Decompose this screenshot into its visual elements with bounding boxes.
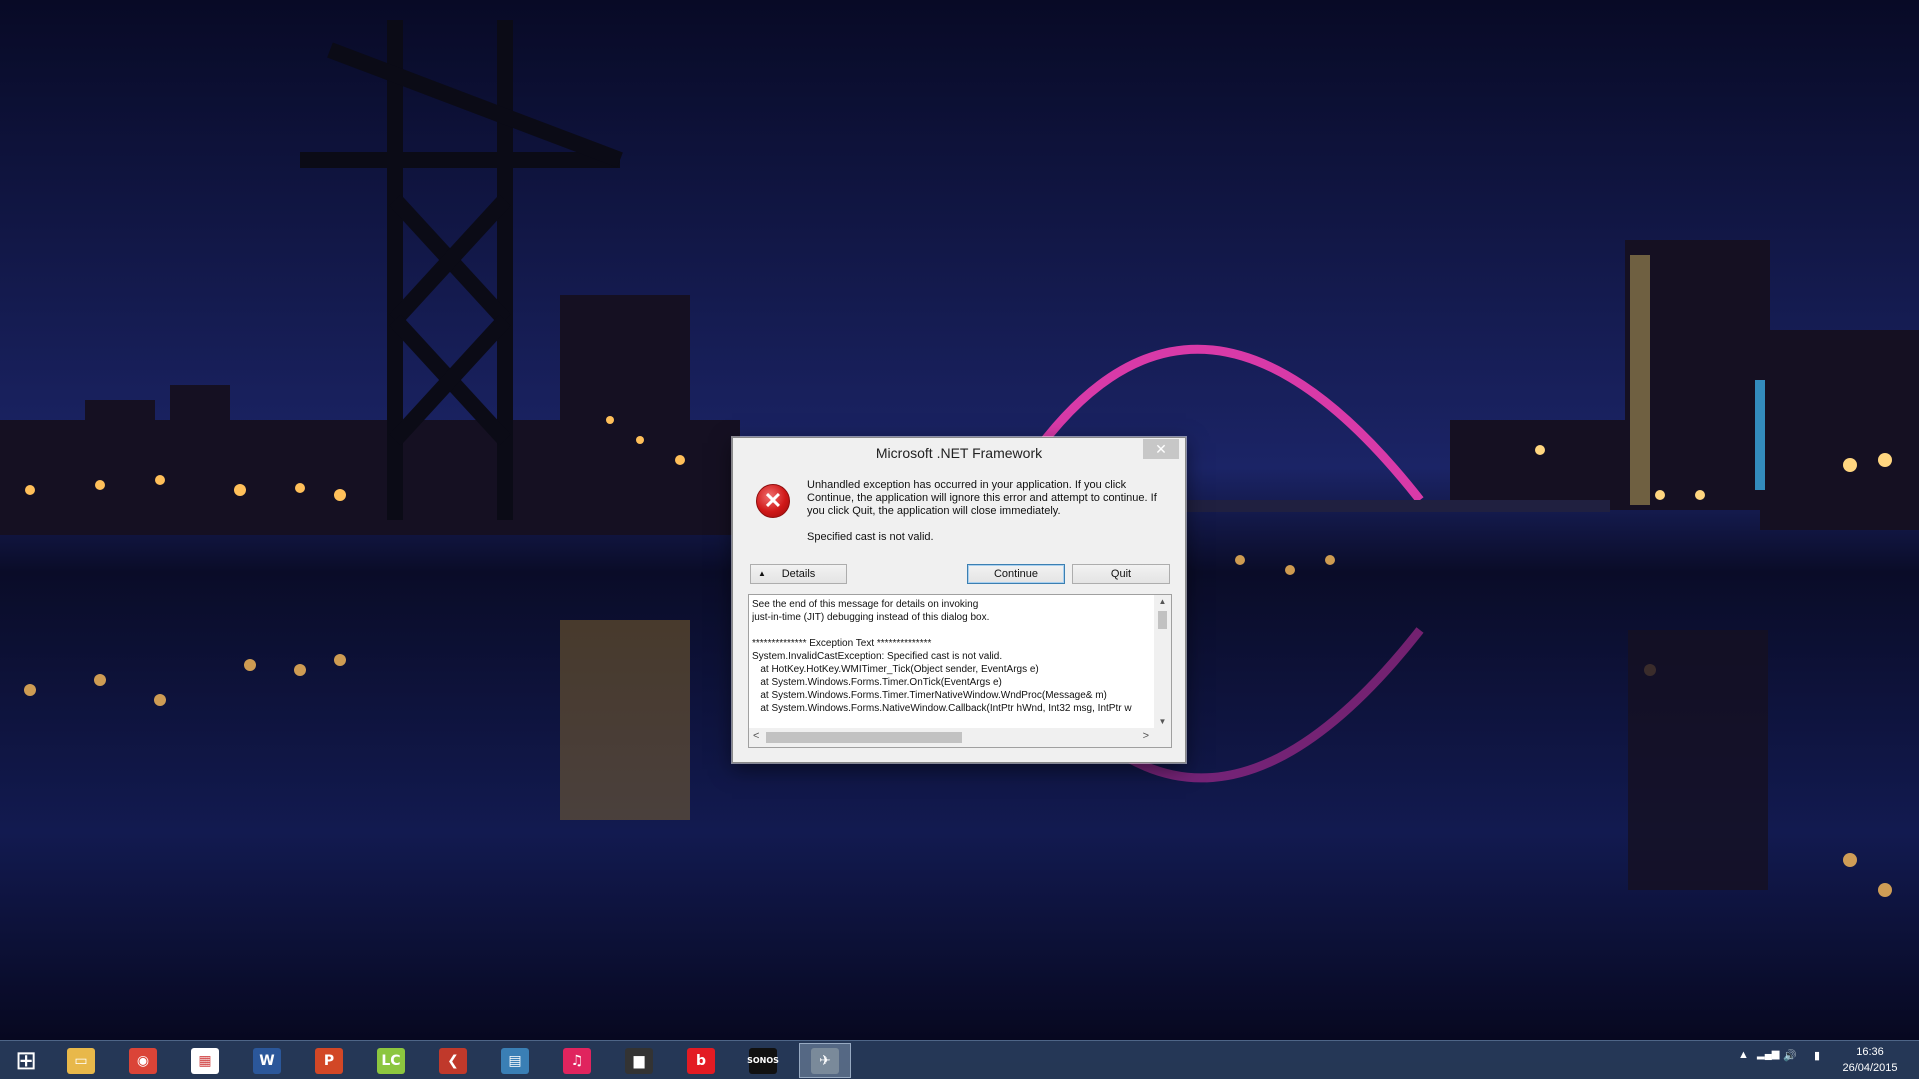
taskbar-lc-app-button[interactable]: LC: [365, 1043, 417, 1078]
clock-date: 26/04/2015: [1842, 1062, 1898, 1074]
taskbar-red-arrow-app-button[interactable]: ❮: [427, 1043, 479, 1078]
taskbar-chrome-button[interactable]: ◉: [117, 1043, 169, 1078]
lc-app-icon: LC: [377, 1047, 405, 1074]
exception-dialog: Microsoft .NET Framework ✕ ✕ Unhandled e…: [732, 437, 1186, 763]
dialog-titlebar[interactable]: Microsoft .NET Framework ✕: [733, 438, 1185, 468]
clock-time: 16:36: [1856, 1046, 1884, 1058]
scroll-left-icon[interactable]: <: [753, 730, 759, 742]
details-button[interactable]: ▲ Details: [750, 564, 847, 584]
details-textbox[interactable]: See the end of this message for details …: [748, 594, 1172, 748]
hotkey-app-icon: ✈: [811, 1047, 839, 1074]
network-signal-icon[interactable]: ▂▄▆: [1757, 1049, 1779, 1060]
details-button-label: Details: [781, 568, 816, 580]
dialog-title: Microsoft .NET Framework: [875, 445, 1043, 461]
continue-button[interactable]: Continue: [967, 564, 1065, 584]
vertical-scrollbar[interactable]: ▲ ▼: [1154, 595, 1171, 728]
windows-start-icon: ⊞: [15, 1045, 37, 1076]
error-message: Unhandled exception has occurred in your…: [807, 479, 1157, 517]
word-icon: W: [253, 1047, 281, 1074]
scroll-down-icon[interactable]: ▼: [1154, 717, 1171, 726]
vertical-scroll-thumb[interactable]: [1158, 611, 1167, 629]
taskbar-store-apps-button[interactable]: ▦: [179, 1043, 231, 1078]
itunes-icon: ♫: [563, 1047, 591, 1074]
equalizer-app-icon: ▆: [625, 1047, 653, 1074]
powerpoint-icon: P: [315, 1047, 343, 1074]
red-arrow-app-icon: ❮: [439, 1047, 467, 1074]
error-detail-message: Specified cast is not valid.: [807, 531, 934, 543]
taskbar-itunes-button[interactable]: ♫: [551, 1043, 603, 1078]
exception-details-text: See the end of this message for details …: [752, 599, 1132, 714]
taskbar-beats-button[interactable]: b: [675, 1043, 727, 1078]
taskbar-windows-start-button[interactable]: ⊞: [0, 1043, 52, 1078]
horizontal-scroll-thumb[interactable]: [766, 732, 962, 743]
taskbar-hotkey-app-button[interactable]: ✈: [799, 1043, 851, 1078]
sonos-icon: SONOS: [747, 1047, 779, 1074]
scroll-right-icon[interactable]: >: [1143, 730, 1149, 742]
system-clock[interactable]: 16:36 26/04/2015: [1825, 1044, 1915, 1076]
chrome-icon: ◉: [129, 1047, 157, 1074]
battery-icon[interactable]: ▮: [1814, 1049, 1820, 1062]
video-app-icon: ▤: [501, 1047, 529, 1074]
horizontal-scrollbar[interactable]: < >: [749, 728, 1171, 747]
taskbar-powerpoint-button[interactable]: P: [303, 1043, 355, 1078]
taskbar: ⊞ ▭ ◉ ▦ W P LC ❮ ▤ ♫ ▆ b SONOS ✈ ▲ ▂▄▆ 🔊 ▮ 16:36 26/0…: [0, 1040, 1919, 1079]
volume-icon[interactable]: 🔊: [1783, 1049, 1797, 1062]
collapse-arrow-icon: ▲: [758, 569, 766, 578]
quit-button[interactable]: Quit: [1072, 564, 1170, 584]
taskbar-equalizer-app-button[interactable]: ▆: [613, 1043, 665, 1078]
taskbar-word-button[interactable]: W: [241, 1043, 293, 1078]
file-explorer-icon: ▭: [67, 1047, 95, 1074]
taskbar-file-explorer-button[interactable]: ▭: [55, 1043, 107, 1078]
taskbar-sonos-button[interactable]: SONOS: [737, 1043, 789, 1078]
show-hidden-icons-icon[interactable]: ▲: [1738, 1049, 1749, 1061]
scroll-up-icon[interactable]: ▲: [1154, 597, 1171, 606]
beats-icon: b: [687, 1047, 715, 1074]
taskbar-video-app-button[interactable]: ▤: [489, 1043, 541, 1078]
error-x-icon: ✕: [756, 484, 790, 518]
store-apps-icon: ▦: [191, 1047, 219, 1074]
close-button[interactable]: ✕: [1143, 439, 1179, 459]
